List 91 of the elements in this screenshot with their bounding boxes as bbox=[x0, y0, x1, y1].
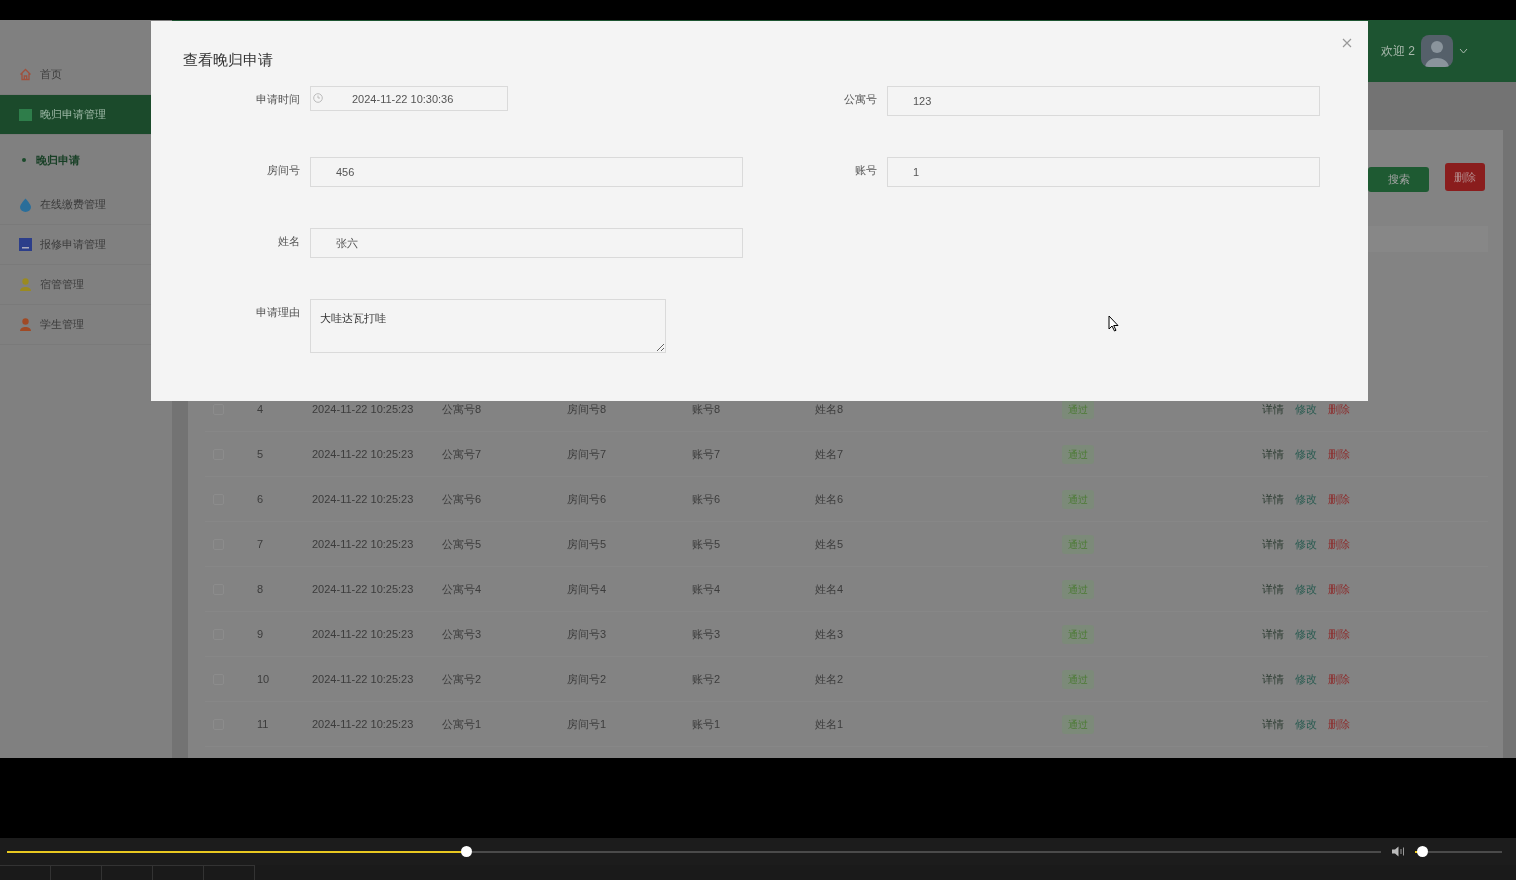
drop-icon bbox=[19, 197, 32, 212]
player-button[interactable] bbox=[102, 865, 153, 880]
delete-link[interactable]: 删除 bbox=[1328, 400, 1350, 418]
player-button[interactable] bbox=[153, 865, 204, 880]
edit-link[interactable]: 修改 bbox=[1295, 445, 1317, 463]
field-label: 房间号 bbox=[266, 163, 300, 177]
details-link[interactable]: 详情 bbox=[1262, 535, 1284, 553]
details-link[interactable]: 详情 bbox=[1262, 490, 1284, 508]
input-field[interactable]: 张六 bbox=[310, 228, 743, 258]
edit-link[interactable]: 修改 bbox=[1295, 580, 1317, 598]
table-cell: 8 bbox=[257, 582, 264, 595]
details-link[interactable]: 详情 bbox=[1262, 445, 1284, 463]
table-cell: 姓名7 bbox=[815, 447, 844, 460]
input-field[interactable]: 1 bbox=[887, 157, 1320, 187]
table-cell: 姓名3 bbox=[815, 627, 844, 640]
table-cell: 10 bbox=[257, 672, 270, 685]
status-tag: 通过 bbox=[1062, 534, 1094, 554]
person-icon bbox=[19, 318, 32, 331]
player-button[interactable] bbox=[51, 865, 102, 880]
table-cell: 4 bbox=[257, 402, 264, 415]
field-label: 申请时间 bbox=[255, 92, 300, 106]
status-tag: 通过 bbox=[1062, 714, 1094, 734]
table-cell: 2024-11-22 10:25:23 bbox=[312, 402, 414, 415]
table-cell: 2024-11-22 10:25:23 bbox=[312, 672, 414, 685]
edit-link[interactable]: 修改 bbox=[1295, 535, 1317, 553]
square-icon bbox=[19, 108, 32, 121]
input-field[interactable]: 123 bbox=[887, 86, 1320, 116]
delete-link[interactable]: 删除 bbox=[1328, 715, 1350, 733]
home-icon bbox=[19, 68, 32, 81]
table-cell: 2024-11-22 10:25:23 bbox=[312, 627, 414, 640]
table-cell: 2024-11-22 10:25:23 bbox=[312, 492, 414, 505]
status-tag: 通过 bbox=[1062, 624, 1094, 644]
field-label: 账号 bbox=[854, 163, 877, 177]
field-label: 申请理由 bbox=[255, 305, 300, 319]
table-cell: 姓名2 bbox=[815, 672, 844, 685]
field-label: 公寓号 bbox=[843, 92, 877, 106]
greeting-text: 欢迎 2 bbox=[1381, 43, 1415, 60]
table-cell: 6 bbox=[257, 492, 264, 505]
dialog-title: 查看晚归申请 bbox=[183, 51, 274, 69]
table-cell: 姓名5 bbox=[815, 537, 844, 550]
details-link[interactable]: 详情 bbox=[1262, 580, 1284, 598]
details-link[interactable]: 详情 bbox=[1262, 400, 1284, 418]
status-tag: 通过 bbox=[1062, 669, 1094, 689]
table-cell: 9 bbox=[257, 627, 264, 640]
details-link[interactable]: 详情 bbox=[1262, 715, 1284, 733]
details-link[interactable]: 详情 bbox=[1262, 670, 1284, 688]
status-tag: 通过 bbox=[1062, 489, 1094, 509]
clock-icon bbox=[313, 93, 323, 103]
player-button[interactable] bbox=[204, 865, 255, 880]
delete-link[interactable]: 删除 bbox=[1328, 445, 1350, 463]
delete-link[interactable]: 删除 bbox=[1328, 535, 1350, 553]
tray-icon bbox=[19, 238, 32, 251]
status-tag: 通过 bbox=[1062, 444, 1094, 464]
player-button[interactable] bbox=[0, 865, 51, 880]
edit-link[interactable]: 修改 bbox=[1295, 400, 1317, 418]
volume-handle[interactable] bbox=[1416, 845, 1428, 857]
edit-link[interactable]: 修改 bbox=[1295, 490, 1317, 508]
field-label: 姓名 bbox=[277, 234, 300, 248]
close-icon[interactable] bbox=[1342, 38, 1352, 48]
status-tag: 通过 bbox=[1062, 579, 1094, 599]
mouse-cursor-icon bbox=[1108, 315, 1119, 332]
table-cell: 7 bbox=[257, 537, 264, 550]
table-cell: 姓名8 bbox=[815, 402, 844, 415]
input-field[interactable]: 456 bbox=[310, 157, 743, 187]
table-cell: 姓名4 bbox=[815, 582, 844, 595]
table-cell: 姓名1 bbox=[815, 717, 844, 730]
volume-icon[interactable] bbox=[1391, 846, 1405, 857]
edit-link[interactable]: 修改 bbox=[1295, 715, 1317, 733]
table-cell: 5 bbox=[257, 447, 264, 460]
delete-link[interactable]: 删除 bbox=[1328, 670, 1350, 688]
table-cell: 11 bbox=[257, 717, 269, 730]
delete-button[interactable]: 删除 bbox=[1445, 163, 1485, 191]
edit-link[interactable]: 修改 bbox=[1295, 625, 1317, 643]
search-button[interactable]: 搜索 bbox=[1368, 167, 1429, 192]
table-cell: 2024-11-22 10:25:23 bbox=[312, 582, 414, 595]
edit-link[interactable]: 修改 bbox=[1295, 670, 1317, 688]
avatar[interactable] bbox=[1421, 35, 1453, 67]
table-cell: 2024-11-22 10:25:23 bbox=[312, 447, 414, 460]
delete-link[interactable]: 删除 bbox=[1328, 625, 1350, 643]
date-field[interactable]: 2024-11-22 10:30:36 bbox=[310, 86, 508, 111]
text-area[interactable]: 大哇达瓦打哇 bbox=[310, 299, 666, 353]
sidebar-subitem[interactable]: 晚归申请 bbox=[0, 135, 172, 185]
table-cell: 2024-11-22 10:25:23 bbox=[312, 537, 414, 550]
table-cell: 姓名6 bbox=[815, 492, 844, 505]
caret-icon[interactable] bbox=[1459, 48, 1468, 54]
delete-link[interactable]: 删除 bbox=[1328, 580, 1350, 598]
delete-link[interactable]: 删除 bbox=[1328, 490, 1350, 508]
details-link[interactable]: 详情 bbox=[1262, 625, 1284, 643]
person-icon bbox=[19, 278, 32, 291]
table-cell: 2024-11-22 10:25:23 bbox=[312, 717, 414, 730]
seek-handle[interactable] bbox=[460, 845, 472, 857]
